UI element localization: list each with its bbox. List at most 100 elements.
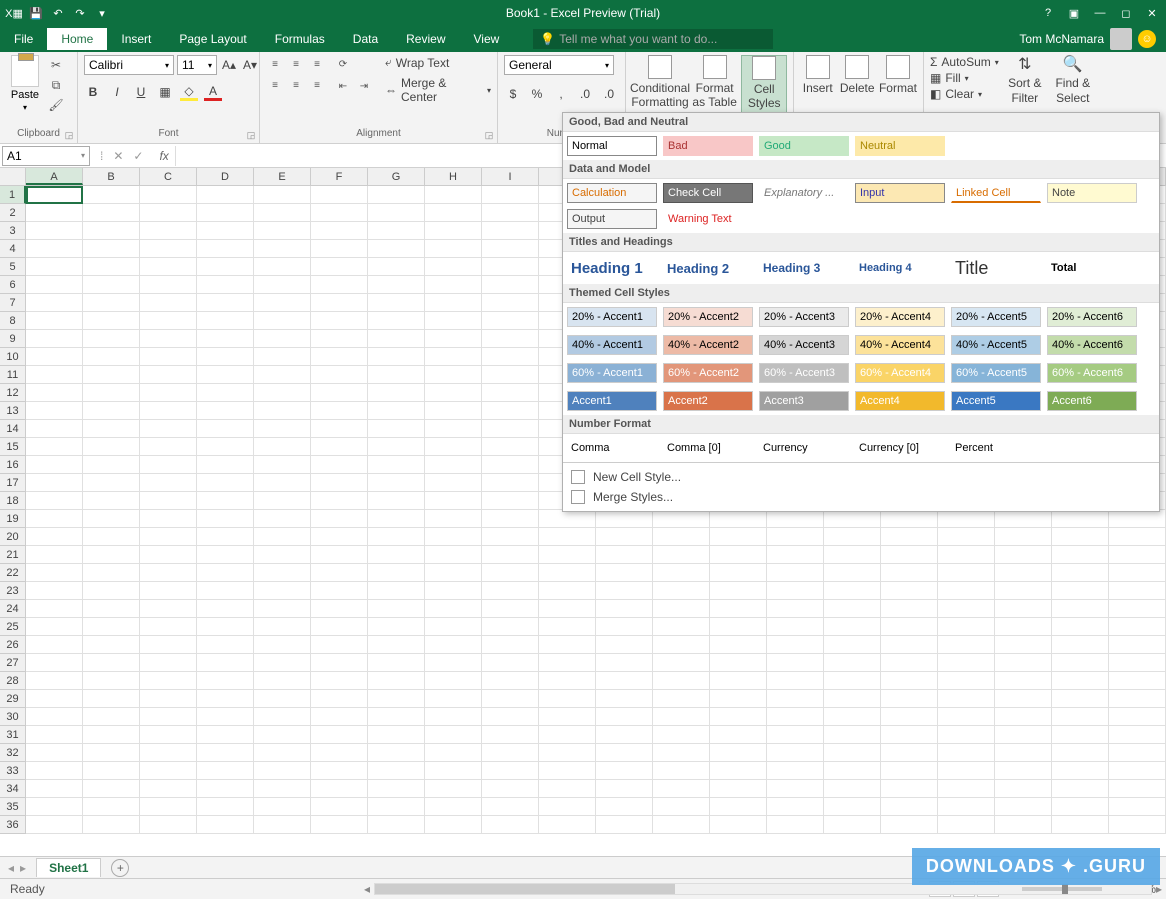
cell[interactable] xyxy=(197,240,254,258)
cell[interactable] xyxy=(881,618,938,636)
cell[interactable] xyxy=(1052,600,1109,618)
cell[interactable] xyxy=(26,636,83,654)
cell[interactable] xyxy=(881,708,938,726)
cell[interactable] xyxy=(482,204,539,222)
cell[interactable] xyxy=(824,546,881,564)
cell[interactable] xyxy=(482,546,539,564)
cell[interactable] xyxy=(596,780,653,798)
cell[interactable] xyxy=(140,708,197,726)
style-item[interactable]: Good xyxy=(759,136,849,156)
cell[interactable] xyxy=(482,780,539,798)
cell[interactable] xyxy=(938,798,995,816)
column-header[interactable]: F xyxy=(311,168,368,185)
cell[interactable] xyxy=(254,564,311,582)
cell[interactable] xyxy=(824,780,881,798)
cell[interactable] xyxy=(995,798,1052,816)
cell[interactable] xyxy=(425,240,482,258)
cell[interactable] xyxy=(1109,726,1166,744)
cell[interactable] xyxy=(26,222,83,240)
cell[interactable] xyxy=(596,582,653,600)
cell[interactable] xyxy=(539,672,596,690)
tab-formulas[interactable]: Formulas xyxy=(261,28,339,50)
cell[interactable] xyxy=(482,258,539,276)
cell[interactable] xyxy=(425,330,482,348)
cell[interactable] xyxy=(311,438,368,456)
cell[interactable] xyxy=(1052,762,1109,780)
cell[interactable] xyxy=(368,582,425,600)
style-item[interactable]: Percent xyxy=(951,438,1041,458)
row-header[interactable]: 25 xyxy=(0,618,26,636)
cell[interactable] xyxy=(140,186,197,204)
cell[interactable] xyxy=(482,510,539,528)
style-item[interactable]: Neutral xyxy=(855,136,945,156)
accounting-format-icon[interactable]: $ xyxy=(504,85,522,103)
cell[interactable] xyxy=(26,582,83,600)
cell[interactable] xyxy=(140,798,197,816)
row-header[interactable]: 28 xyxy=(0,672,26,690)
cell[interactable] xyxy=(140,474,197,492)
cell[interactable] xyxy=(824,510,881,528)
cell[interactable] xyxy=(1052,816,1109,834)
cell[interactable] xyxy=(83,762,140,780)
cell[interactable] xyxy=(767,690,824,708)
cell[interactable] xyxy=(539,510,596,528)
row-header[interactable]: 31 xyxy=(0,726,26,744)
cell[interactable] xyxy=(368,204,425,222)
redo-icon[interactable]: ↷ xyxy=(72,5,88,21)
cell[interactable] xyxy=(767,654,824,672)
cell[interactable] xyxy=(482,456,539,474)
cell[interactable] xyxy=(254,600,311,618)
cell[interactable] xyxy=(140,294,197,312)
cell[interactable] xyxy=(425,636,482,654)
style-item[interactable]: Accent2 xyxy=(663,391,753,411)
cell[interactable] xyxy=(311,780,368,798)
style-item[interactable]: Currency xyxy=(759,438,849,458)
decrease-font-icon[interactable]: A▾ xyxy=(241,56,259,74)
cell[interactable] xyxy=(368,546,425,564)
cell[interactable] xyxy=(482,726,539,744)
cell[interactable] xyxy=(254,348,311,366)
column-header[interactable]: H xyxy=(425,168,482,185)
cell[interactable] xyxy=(995,528,1052,546)
cell[interactable] xyxy=(254,276,311,294)
cell[interactable] xyxy=(83,312,140,330)
cell[interactable] xyxy=(1052,546,1109,564)
cell[interactable] xyxy=(254,816,311,834)
cell[interactable] xyxy=(767,600,824,618)
cell[interactable] xyxy=(767,528,824,546)
cell[interactable] xyxy=(368,708,425,726)
cell[interactable] xyxy=(710,618,767,636)
cell[interactable] xyxy=(26,492,83,510)
cell[interactable] xyxy=(83,636,140,654)
cell[interactable] xyxy=(83,798,140,816)
cell[interactable] xyxy=(824,708,881,726)
cell[interactable] xyxy=(653,546,710,564)
cell[interactable] xyxy=(311,636,368,654)
cell[interactable] xyxy=(653,744,710,762)
namebox-dropdown-icon[interactable]: ⁞ xyxy=(100,149,103,163)
cell[interactable] xyxy=(26,438,83,456)
cell[interactable] xyxy=(254,420,311,438)
cell[interactable] xyxy=(482,654,539,672)
cell[interactable] xyxy=(368,456,425,474)
row-header[interactable]: 27 xyxy=(0,654,26,672)
cell[interactable] xyxy=(1052,744,1109,762)
cell[interactable] xyxy=(311,312,368,330)
align-center-icon[interactable]: ≡ xyxy=(287,76,305,94)
borders-icon[interactable]: ▦ xyxy=(156,83,174,101)
cell[interactable] xyxy=(140,420,197,438)
cell[interactable] xyxy=(140,582,197,600)
cell[interactable] xyxy=(254,258,311,276)
cell[interactable] xyxy=(767,798,824,816)
cell[interactable] xyxy=(425,528,482,546)
cell[interactable] xyxy=(254,618,311,636)
cell[interactable] xyxy=(368,402,425,420)
cell[interactable] xyxy=(653,762,710,780)
style-item[interactable]: 20% - Accent4 xyxy=(855,307,945,327)
cell[interactable] xyxy=(368,294,425,312)
style-item[interactable]: 20% - Accent5 xyxy=(951,307,1041,327)
cell[interactable] xyxy=(1109,510,1166,528)
cell[interactable] xyxy=(83,510,140,528)
cell[interactable] xyxy=(425,348,482,366)
qat-customize-icon[interactable]: ▾ xyxy=(94,5,110,21)
